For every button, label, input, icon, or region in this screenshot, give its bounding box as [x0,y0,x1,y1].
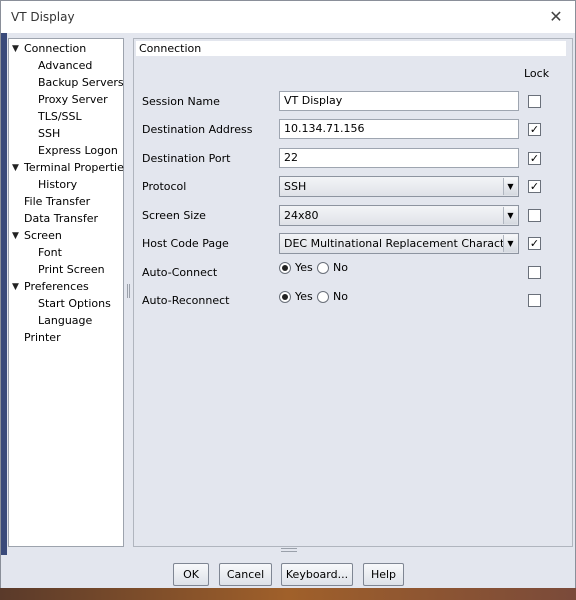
session-name-field[interactable]: VT Display [279,91,519,111]
dropdown-arrow-icon[interactable]: ▼ [503,178,517,195]
protocol-label: Protocol [142,180,187,193]
tree-item-file-transfer[interactable]: File Transfer [24,194,90,210]
background-strip [1,33,7,555]
protocol-lock-checkbox[interactable]: ✓ [528,180,541,193]
resize-grip-icon[interactable] [281,548,297,552]
splitter-grip-icon[interactable] [127,284,130,298]
tree-item-proxy-server[interactable]: Proxy Server [38,92,108,108]
keyboard-button[interactable]: Keyboard... [281,563,353,586]
session-name-lock-checkbox[interactable] [528,95,541,108]
auto-reconnect-lock-checkbox[interactable] [528,294,541,307]
auto-reconnect-no-label: No [333,290,348,303]
protocol-select[interactable]: SSH ▼ [279,176,519,197]
tree-item-start-options[interactable]: Start Options [38,296,111,312]
auto-connect-yes-label: Yes [295,261,313,274]
auto-reconnect-label: Auto-Reconnect [142,294,230,307]
expand-arrow-icon[interactable]: ▼ [12,41,19,57]
dropdown-arrow-icon[interactable]: ▼ [503,235,517,252]
auto-connect-label: Auto-Connect [142,266,218,279]
tree-item-history[interactable]: History [38,177,77,193]
help-button[interactable]: Help [363,563,404,586]
screen-size-select-value: 24x80 [284,209,319,222]
tree-item-backup-servers[interactable]: Backup Servers [38,75,124,91]
panel-splitter[interactable] [124,38,133,547]
tree-item-printer[interactable]: Printer [24,330,61,346]
auto-connect-no-radio[interactable] [317,262,329,274]
auto-connect-no-label: No [333,261,348,274]
tree-item-label: Preferences [24,280,89,293]
connection-settings-panel: Connection Lock Session Name VT Display … [133,38,573,547]
tree-item-label: Terminal Properties [24,161,130,174]
destination-address-label: Destination Address [142,123,253,136]
screen-size-label: Screen Size [142,209,206,222]
destination-port-field[interactable]: 22 [279,148,519,168]
tree-item-label: Connection [24,42,87,55]
auto-reconnect-yes-radio[interactable] [279,291,291,303]
close-icon[interactable]: ✕ [545,7,567,27]
tree-item-express-logon[interactable]: Express Logon [38,143,118,159]
screen-size-select[interactable]: 24x80 ▼ [279,205,519,226]
host-code-page-select[interactable]: DEC Multinational Replacement Character … [279,233,519,254]
tree-item-label: Screen [24,229,62,242]
cancel-button[interactable]: Cancel [219,563,272,586]
protocol-select-value: SSH [284,180,307,193]
lock-column-header: Lock [524,67,550,80]
auto-reconnect-yes-label: Yes [295,290,313,303]
expand-arrow-icon[interactable]: ▼ [12,160,19,176]
ok-button[interactable]: OK [173,563,209,586]
host-code-page-label: Host Code Page [142,237,229,250]
background-strip [0,588,576,600]
tree-item-data-transfer[interactable]: Data Transfer [24,211,98,227]
tree-item-advanced[interactable]: Advanced [38,58,92,74]
section-title: Connection [136,41,566,56]
tree-item-ssh[interactable]: SSH [38,126,60,142]
destination-address-field[interactable]: 10.134.71.156 [279,119,519,139]
navigation-tree: ▼ Connection Advanced Backup Servers Pro… [8,38,130,547]
tree-item-tls-ssl[interactable]: TLS/SSL [38,109,82,125]
vt-display-dialog: VT Display ✕ ▼ Connection Advanced Backu… [0,0,576,600]
expand-arrow-icon[interactable]: ▼ [12,228,19,244]
auto-connect-yes-radio[interactable] [279,262,291,274]
destination-address-lock-checkbox[interactable]: ✓ [528,123,541,136]
tree-item-print-screen[interactable]: Print Screen [38,262,105,278]
host-code-page-select-value: DEC Multinational Replacement Character … [284,237,519,250]
auto-connect-lock-checkbox[interactable] [528,266,541,279]
host-code-page-lock-checkbox[interactable]: ✓ [528,237,541,250]
destination-port-lock-checkbox[interactable]: ✓ [528,152,541,165]
session-name-label: Session Name [142,95,220,108]
title-bar: VT Display ✕ [1,1,575,33]
expand-arrow-icon[interactable]: ▼ [12,279,19,295]
screen-size-lock-checkbox[interactable] [528,209,541,222]
tree-item-font[interactable]: Font [38,245,62,261]
destination-port-label: Destination Port [142,152,231,165]
tree-item-language[interactable]: Language [38,313,92,329]
auto-reconnect-no-radio[interactable] [317,291,329,303]
dropdown-arrow-icon[interactable]: ▼ [503,207,517,224]
window-title: VT Display [11,10,75,24]
